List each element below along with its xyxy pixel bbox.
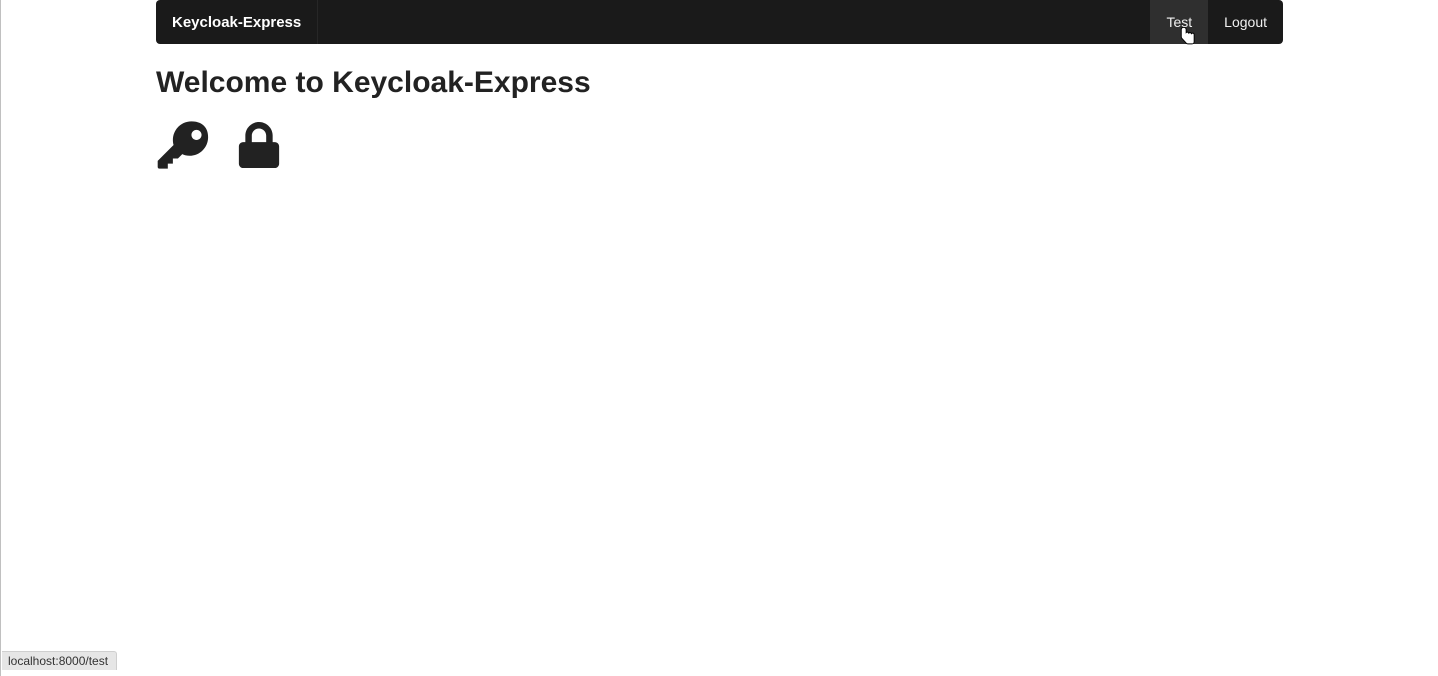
status-url: localhost:8000/test: [2, 651, 117, 670]
navbar: Keycloak-Express Test Logout: [156, 0, 1283, 44]
icon-row: [156, 118, 1283, 177]
navbar-spacer: [318, 0, 1150, 44]
page-title: Welcome to Keycloak-Express: [156, 66, 1283, 100]
nav-link-logout[interactable]: Logout: [1208, 0, 1283, 44]
key-icon: [156, 118, 210, 177]
main-content: Welcome to Keycloak-Express: [156, 44, 1283, 177]
nav-link-test[interactable]: Test: [1150, 0, 1208, 44]
navbar-brand[interactable]: Keycloak-Express: [156, 0, 318, 44]
lock-icon: [238, 122, 280, 173]
